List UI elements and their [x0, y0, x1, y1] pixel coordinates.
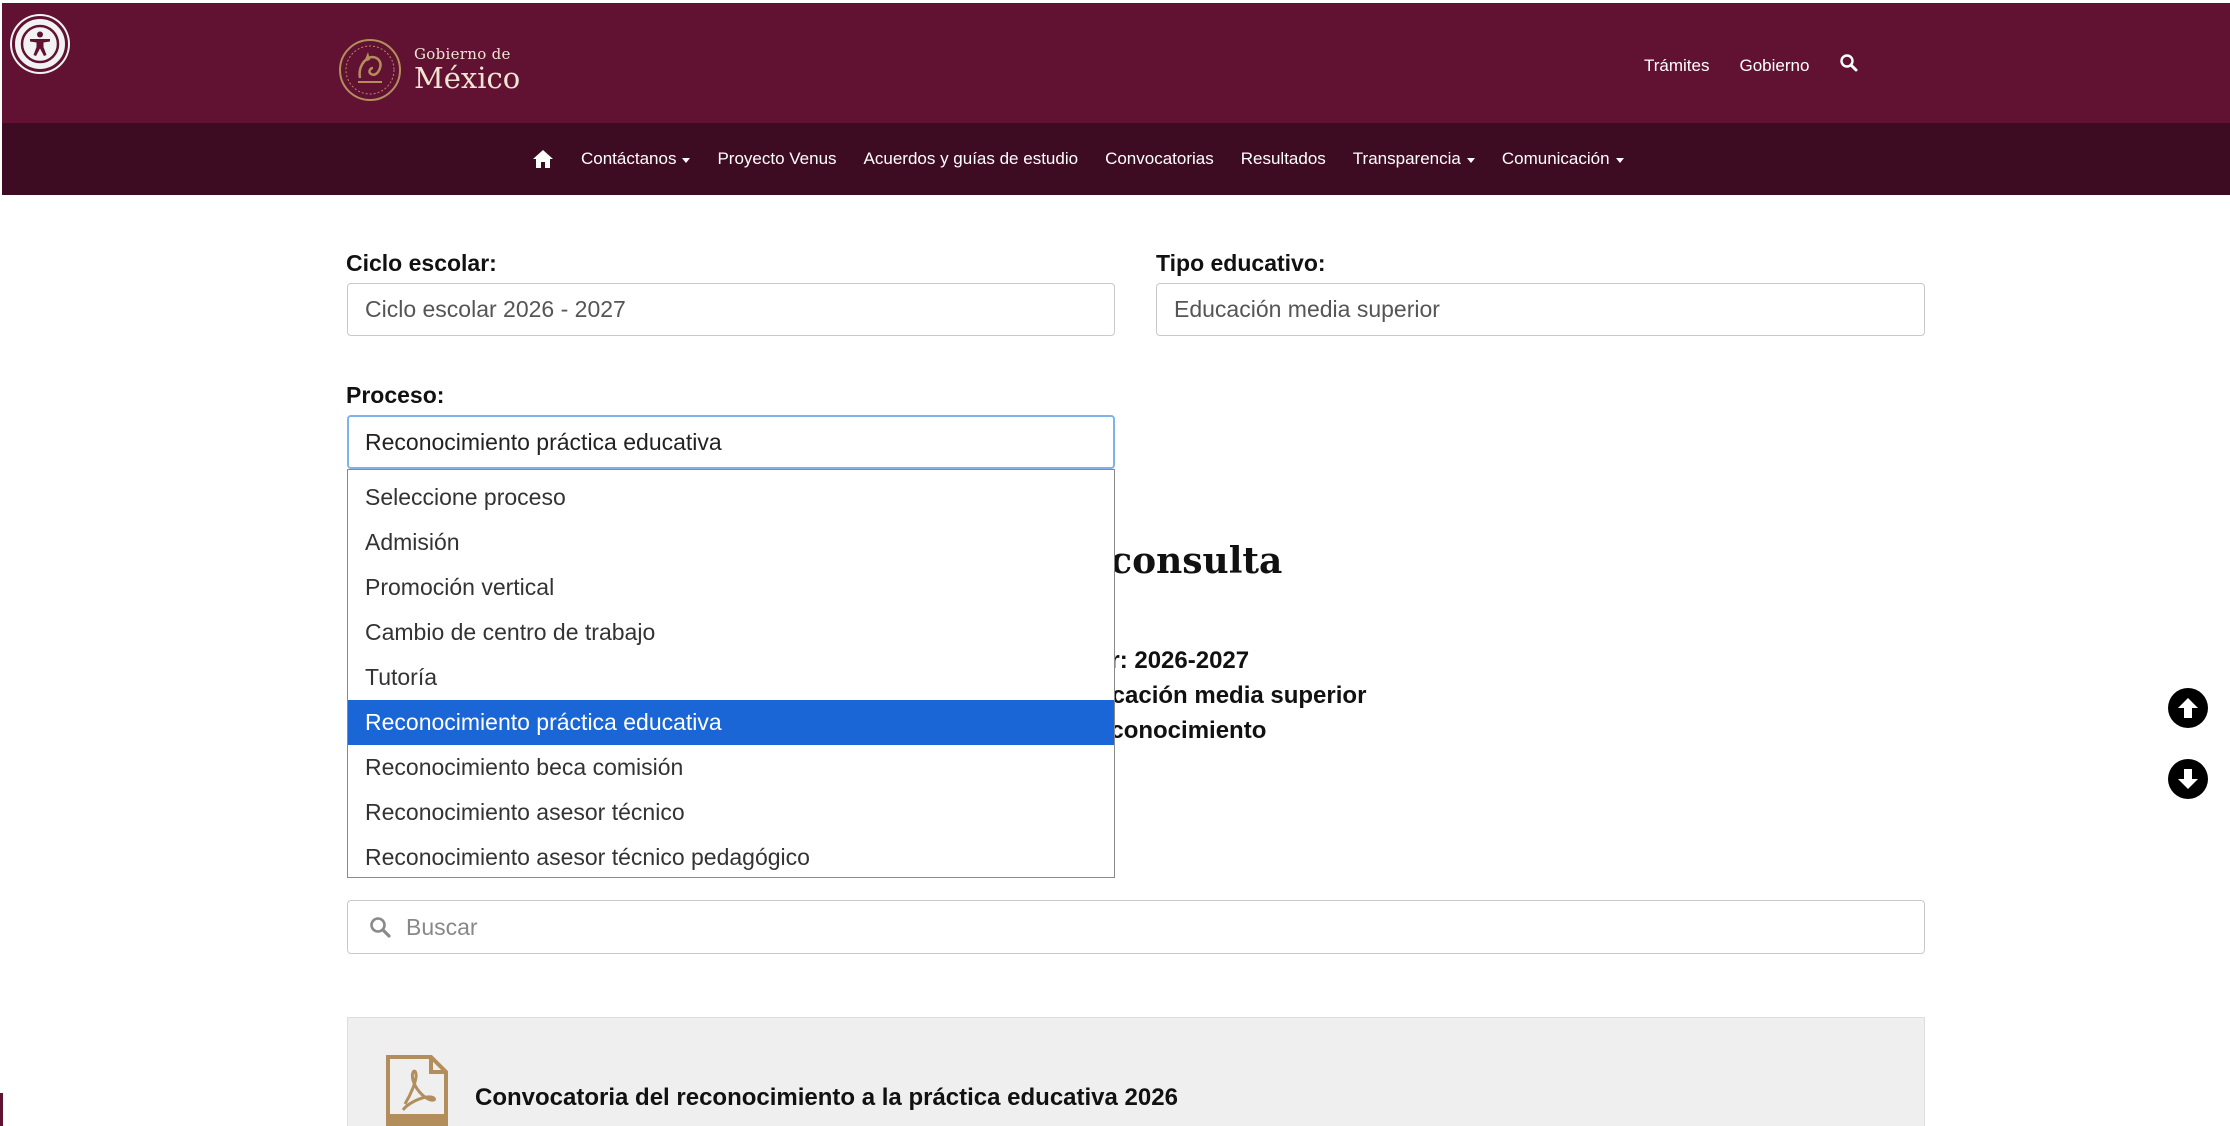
tipo-select[interactable]: Educación media superior	[1156, 283, 1925, 336]
proceso-option[interactable]: Cambio de centro de trabajo	[348, 610, 1114, 655]
results-tipo: ucación media superior	[1097, 682, 1367, 709]
ciclo-select-value: Ciclo escolar 2026 - 2027	[365, 296, 626, 322]
proceso-dropdown-list: Seleccione proceso Admisión Promoción ve…	[347, 469, 1115, 878]
caret-down-icon	[1466, 157, 1475, 163]
pdf-icon	[386, 1055, 448, 1126]
scroll-down-button[interactable]	[2168, 759, 2208, 799]
nav-item-comunicacion[interactable]: Comunicación	[1502, 149, 1624, 169]
proceso-option[interactable]: Reconocimiento asesor técnico	[348, 790, 1114, 835]
proceso-option[interactable]: Seleccione proceso	[348, 475, 1114, 520]
document-title: Convocatoria del reconocimiento a la prá…	[475, 1084, 1178, 1111]
nav-item-proyecto-venus[interactable]: Proyecto Venus	[717, 149, 836, 169]
nav-item-contactanos[interactable]: Contáctanos	[581, 149, 691, 169]
tipo-label: Tipo educativo:	[1156, 250, 1326, 276]
nav-item-label: Acuerdos y guías de estudio	[863, 149, 1079, 168]
proceso-select[interactable]: Reconocimiento práctica educativa	[347, 415, 1115, 469]
nav-item-label: Contáctanos	[581, 149, 677, 168]
nav-item-label: Resultados	[1240, 149, 1326, 168]
caret-down-icon	[682, 157, 691, 163]
top-link-gobierno[interactable]: Gobierno	[1740, 56, 1810, 76]
search-icon	[1840, 54, 1858, 72]
proceso-option[interactable]: Tutoría	[348, 655, 1114, 700]
proceso-option[interactable]: Reconocimiento asesor técnico pedagógico	[348, 835, 1114, 880]
caret-down-icon	[1615, 157, 1624, 163]
search-input[interactable]: Buscar	[347, 900, 1925, 954]
results-ciclo: ar: 2026-2027	[1097, 647, 1250, 674]
edge-marker	[0, 1093, 3, 1126]
nav-item-label: Transparencia	[1352, 149, 1461, 168]
search-icon	[370, 917, 391, 938]
nav-item-convocatorias[interactable]: Convocatorias	[1105, 149, 1214, 169]
scroll-up-button[interactable]	[2168, 688, 2208, 728]
top-link-tramites[interactable]: Trámites	[1644, 56, 1710, 76]
document-card[interactable]: Convocatoria del reconocimiento a la prá…	[347, 1017, 1925, 1126]
search-placeholder: Buscar	[406, 913, 478, 940]
logo-big-text: México	[414, 61, 521, 95]
arrow-down-icon	[2178, 769, 2198, 789]
arrow-up-icon	[2178, 698, 2198, 718]
logo-small-text: Gobierno de	[414, 45, 511, 63]
nav-item-transparencia[interactable]: Transparencia	[1353, 149, 1475, 169]
home-icon	[533, 150, 553, 168]
top-header	[2, 3, 2230, 123]
results-proceso: econocimiento	[1097, 717, 1267, 744]
proceso-option[interactable]: Admisión	[348, 520, 1114, 565]
nav-item-label: Convocatorias	[1105, 149, 1214, 168]
nav-item-acuerdos[interactable]: Acuerdos y guías de estudio	[864, 149, 1079, 169]
proceso-option[interactable]: Reconocimiento beca comisión	[348, 745, 1114, 790]
accessibility-button[interactable]	[12, 16, 68, 72]
proceso-label: Proceso:	[346, 382, 445, 408]
nav-item-label: Proyecto Venus	[717, 149, 837, 168]
tipo-select-value: Educación media superior	[1174, 296, 1440, 322]
ciclo-label: Ciclo escolar:	[346, 250, 497, 276]
national-seal-icon	[339, 39, 401, 101]
gobierno-logo[interactable]: Gobierno de México	[338, 38, 520, 102]
nav-item-label: Comunicación	[1501, 149, 1610, 168]
nav-item-resultados[interactable]: Resultados	[1241, 149, 1326, 169]
ciclo-select[interactable]: Ciclo escolar 2026 - 2027	[347, 283, 1115, 336]
nav-home[interactable]	[532, 149, 554, 169]
accessibility-icon	[20, 24, 60, 64]
proceso-option-selected[interactable]: Reconocimiento práctica educativa	[348, 700, 1114, 745]
proceso-select-value: Reconocimiento práctica educativa	[365, 428, 722, 455]
main-nav: Contáctanos Proyecto Venus Acuerdos y gu…	[532, 123, 1651, 195]
page: Gobierno de México Trámites Gobierno Con…	[0, 0, 2230, 1126]
proceso-option[interactable]: Promoción vertical	[348, 565, 1114, 610]
header-search-button[interactable]	[1839, 53, 1859, 78]
top-links: Trámites Gobierno	[1644, 53, 1859, 78]
